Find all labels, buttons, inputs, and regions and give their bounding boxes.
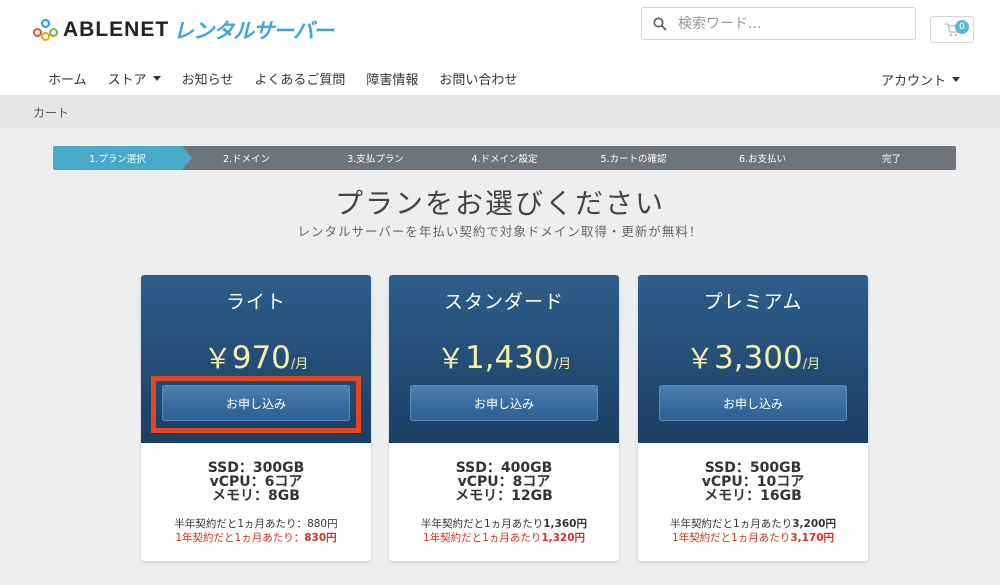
step-payment-plan: 3.支払プラン: [347, 154, 404, 165]
plan-card-premium: プレミアム ￥3,300/月 お申し込み SSD：500GB vCPU：10コア…: [638, 275, 868, 561]
plan-card-header: プレミアム ￥3,300/月 お申し込み: [638, 275, 868, 443]
spec-vcpu: vCPU：8コア: [457, 474, 551, 490]
main-nav: ホーム ストア お知らせ よくあるご質問 障害情報 お問い合わせ アカウント: [0, 62, 1000, 95]
nav-item-label: アカウント: [880, 74, 946, 89]
price-amount: 3,300: [713, 340, 803, 376]
plan-price-notes: 半年契約だと1ヵ月あたり1,360円 1年契約だと1ヵ月あたり1,320円: [389, 517, 619, 545]
plan-price-notes: 半年契約だと1ヵ月あたり：880円 1年契約だと1ヵ月あたり：830円: [141, 517, 371, 545]
search-input[interactable]: [678, 15, 908, 32]
currency-symbol: ￥: [203, 342, 232, 375]
apply-button-premium[interactable]: お申し込み: [659, 385, 847, 421]
chevron-down-icon: [952, 77, 960, 82]
site-logo[interactable]: ABLENET レンタルサーバー: [33, 16, 334, 44]
plan-price-notes: 半年契約だと1ヵ月あたり3,200円 1年契約だと1ヵ月あたり3,170円: [638, 517, 868, 545]
price-amount: 1,430: [464, 340, 554, 376]
note-value: 3,200円: [792, 518, 836, 530]
nav-item-status[interactable]: 障害情報: [366, 69, 418, 88]
plan-card-header: ライト ￥970/月 お申し込み: [141, 275, 371, 443]
logo-mark-icon: [33, 18, 59, 42]
note-value: 1,320円: [541, 532, 586, 544]
page-title: プランをお選びください: [334, 187, 665, 220]
spec-memory: メモリ：16GB: [704, 488, 802, 504]
nav-item-news[interactable]: お知らせ: [182, 69, 234, 88]
note-value: 1,360円: [543, 518, 587, 530]
page-subtitle: レンタルサーバーを年払い契約で対象ドメイン取得・更新が無料！: [297, 224, 703, 239]
plan-specs: SSD：500GB vCPU：10コア メモリ：16GB: [638, 461, 868, 503]
plan-name: プレミアム: [703, 291, 803, 313]
half-year-note: 半年契約だと1ヵ月あたり3,200円: [638, 517, 868, 531]
spec-vcpu: vCPU：6コア: [209, 474, 303, 490]
plan-card-lite: ライト ￥970/月 お申し込み SSD：300GB vCPU：6コア メモリ：…: [141, 275, 371, 561]
cart-button[interactable]: 0: [930, 16, 974, 43]
nav-item-label: ストア: [107, 73, 147, 88]
note-value: 880円: [307, 518, 338, 530]
nav-item-home[interactable]: ホーム: [48, 69, 87, 88]
apply-button-standard[interactable]: お申し込み: [410, 385, 598, 421]
nav-item-label: ホーム: [48, 73, 87, 88]
note-value: 830円: [304, 532, 337, 544]
nav-item-contact[interactable]: お問い合わせ: [439, 69, 517, 88]
search-box: [641, 7, 916, 40]
plan-name: スタンダード: [443, 291, 564, 313]
plan-card-standard: スタンダード ￥1,430/月 お申し込み SSD：400GB vCPU：8コア…: [389, 275, 619, 561]
highlight-box: [151, 376, 361, 433]
step-domain-settings: 4.ドメイン設定: [471, 154, 538, 165]
note-label: 1年契約だと1ヵ月あたり：: [175, 532, 305, 544]
nav-item-account[interactable]: アカウント: [881, 70, 960, 89]
price-period: /月: [553, 357, 572, 372]
step-payment: 6.お支払い: [738, 154, 787, 165]
price-period: /月: [290, 357, 309, 372]
nav-item-label: よくあるご質問: [254, 73, 346, 88]
nav-item-store[interactable]: ストア: [108, 69, 161, 88]
main-content: 1.プラン選択 2.ドメイン 3.支払プラン 4.ドメイン設定 5.カートの確認…: [0, 128, 1000, 585]
currency-symbol: ￥: [685, 342, 714, 375]
yearly-note: 1年契約だと1ヵ月あたり3,170円: [638, 531, 868, 545]
yearly-note: 1年契約だと1ヵ月あたり：830円: [141, 531, 371, 545]
yearly-note: 1年契約だと1ヵ月あたり1,320円: [389, 531, 619, 545]
plan-card-header: スタンダード ￥1,430/月 お申し込み: [389, 275, 619, 443]
note-label: 1年契約だと1ヵ月あたり: [422, 532, 542, 544]
chevron-down-icon: [152, 76, 161, 81]
half-year-note: 半年契約だと1ヵ月あたり：880円: [141, 517, 371, 531]
step-domain: 2.ドメイン: [222, 154, 271, 165]
currency-symbol: ￥: [436, 342, 465, 375]
step-cart-confirm: 5.カートの確認: [600, 154, 667, 165]
plan-specs: SSD：300GB vCPU：6コア メモリ：8GB: [141, 461, 371, 503]
plan-name: ライト: [225, 291, 286, 313]
nav-item-label: お問い合わせ: [439, 73, 518, 88]
site-header: ABLENET レンタルサーバー 0: [0, 0, 1000, 62]
spec-ssd: SSD：500GB: [704, 460, 802, 476]
cart-count-badge: 0: [955, 20, 969, 34]
half-year-note: 半年契約だと1ヵ月あたり1,360円: [389, 517, 619, 531]
price-period: /月: [802, 357, 821, 372]
plan-specs: SSD：400GB vCPU：8コア メモリ：12GB: [389, 461, 619, 503]
note-label: 半年契約だと1ヵ月あたり: [670, 518, 793, 530]
spec-vcpu: vCPU：10コア: [701, 474, 805, 490]
search-icon[interactable]: [642, 8, 678, 39]
note-label: 1年契約だと1ヵ月あたり: [671, 532, 791, 544]
step-plan-select: 1.プラン選択: [53, 146, 192, 170]
spec-memory: メモリ：8GB: [212, 488, 300, 504]
plan-price: ￥1,430/月: [389, 337, 619, 377]
nav-item-label: お知らせ: [181, 73, 234, 88]
logo-text: ABLENET: [63, 18, 170, 41]
spec-ssd: SSD：400GB: [455, 460, 553, 476]
spec-ssd: SSD：300GB: [207, 460, 305, 476]
note-label: 半年契約だと1ヵ月あたり: [421, 518, 544, 530]
breadcrumb: カート: [0, 95, 1000, 128]
breadcrumb-item-cart[interactable]: カート: [33, 104, 69, 121]
plan-price: ￥3,300/月: [638, 337, 868, 377]
note-value: 3,170円: [790, 532, 835, 544]
nav-item-faq[interactable]: よくあるご質問: [254, 69, 345, 88]
checkout-steps: 1.プラン選択 2.ドメイン 3.支払プラン 4.ドメイン設定 5.カートの確認…: [53, 146, 956, 170]
spec-memory: メモリ：12GB: [455, 488, 553, 504]
plan-price: ￥970/月: [141, 337, 371, 377]
nav-item-label: 障害情報: [366, 73, 419, 88]
step-complete: 完了: [881, 154, 901, 165]
price-amount: 970: [231, 340, 291, 376]
note-label: 半年契約だと1ヵ月あたり：: [174, 518, 308, 530]
logo-subtext: レンタルサーバー: [173, 19, 334, 43]
